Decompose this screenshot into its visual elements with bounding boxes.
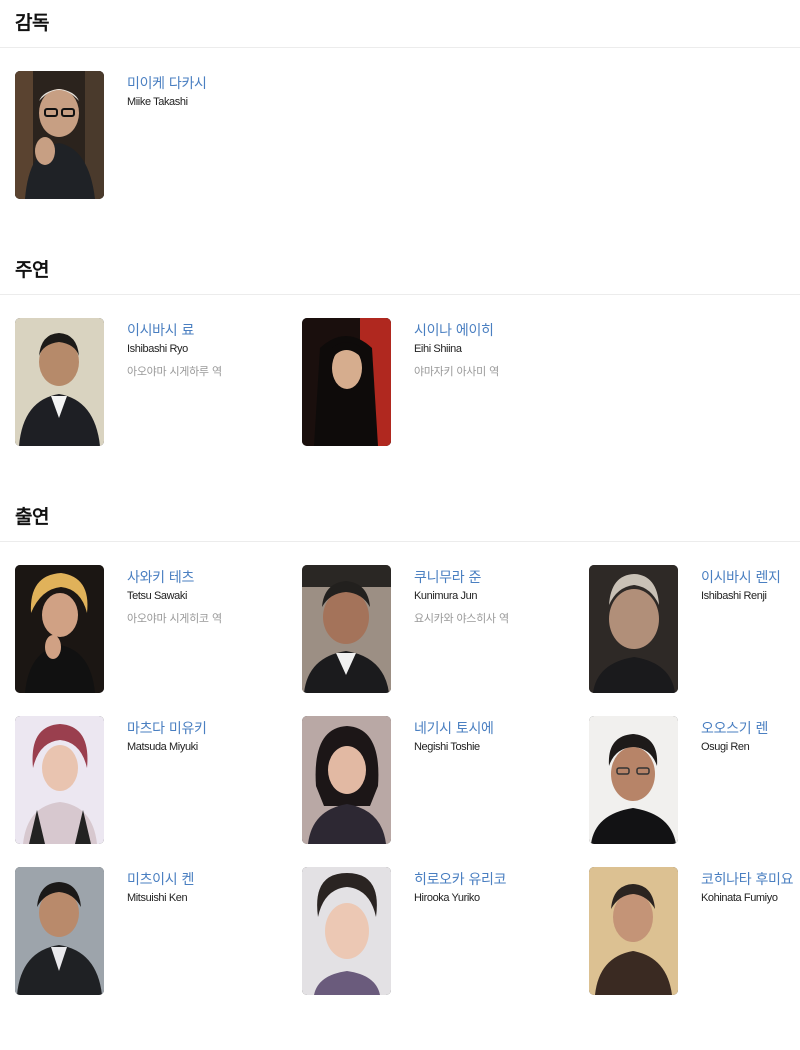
person-photo[interactable] xyxy=(302,318,391,446)
person-card[interactable]: 이시바시 렌지 Ishibashi Renji xyxy=(589,565,800,693)
section-supporting-cast: 출연 사와키 테츠 Tetsu Sawaki 아오야마 시게히코 역 쿠니무라 … xyxy=(0,494,800,1050)
person-name-ko[interactable]: 마츠다 미유키 xyxy=(127,718,207,738)
person-card[interactable]: 시이나 에이히 Eihi Shiina 야마자키 아사미 역 xyxy=(302,318,589,446)
section-title: 출연 xyxy=(15,506,49,528)
section-title: 주연 xyxy=(15,259,49,281)
person-photo[interactable] xyxy=(589,716,678,844)
person-card[interactable]: 오오스기 렌 Osugi Ren xyxy=(589,716,800,844)
person-photo[interactable] xyxy=(589,565,678,693)
person-name-ko[interactable]: 미이케 다카시 xyxy=(127,73,207,93)
person-card[interactable]: 이시바시 료 Ishibashi Ryo 아오야마 시게하루 역 xyxy=(15,318,302,446)
person-name-ko[interactable]: 시이나 에이히 xyxy=(414,320,494,340)
person-name-en: Kohinata Fumiyo xyxy=(701,892,778,904)
person-card[interactable]: 히로오카 유리코 Hirooka Yuriko xyxy=(302,867,589,995)
person-name-en: Tetsu Sawaki xyxy=(127,590,188,602)
person-name-en: Eihi Shiina xyxy=(414,343,462,355)
person-name-en: Ishibashi Renji xyxy=(701,590,767,602)
person-card[interactable]: 쿠니무라 준 Kunimura Jun 요시카와 야스히사 역 xyxy=(302,565,589,693)
person-card[interactable]: 코히나타 후미요 Kohinata Fumiyo xyxy=(589,867,800,995)
person-name-en: Kunimura Jun xyxy=(414,590,478,602)
person-role: 아오야마 시게히코 역 xyxy=(127,612,222,625)
person-name-ko[interactable]: 쿠니무라 준 xyxy=(414,567,481,587)
person-role: 요시카와 야스히사 역 xyxy=(414,612,509,625)
section-title: 감독 xyxy=(15,12,49,34)
person-card[interactable]: 미이케 다카시 Miike Takashi xyxy=(15,71,302,199)
person-card[interactable]: 마츠다 미유키 Matsuda Miyuki xyxy=(15,716,302,844)
person-photo[interactable] xyxy=(302,867,391,995)
section-lead-cast: 주연 이시바시 료 Ishibashi Ryo 아오야마 시게하루 역 시이나 … xyxy=(0,247,800,494)
person-role: 야마자키 아사미 역 xyxy=(414,365,499,378)
person-photo[interactable] xyxy=(302,716,391,844)
person-photo[interactable] xyxy=(302,565,391,693)
person-name-ko[interactable]: 오오스기 렌 xyxy=(701,718,768,738)
person-name-en: Osugi Ren xyxy=(701,741,750,753)
person-photo[interactable] xyxy=(15,716,104,844)
person-role: 아오야마 시게하루 역 xyxy=(127,365,222,378)
person-name-ko[interactable]: 이시바시 료 xyxy=(127,320,194,340)
section-director: 감독 미이케 다카시 Miike Takashi xyxy=(0,0,800,247)
person-name-ko[interactable]: 네기시 토시에 xyxy=(414,718,494,738)
person-name-en: Hirooka Yuriko xyxy=(414,892,480,904)
person-card[interactable]: 미츠이시 켄 Mitsuishi Ken xyxy=(15,867,302,995)
person-name-en: Negishi Toshie xyxy=(414,741,480,753)
person-name-en: Matsuda Miyuki xyxy=(127,741,198,753)
person-name-ko[interactable]: 미츠이시 켄 xyxy=(127,869,194,889)
person-photo[interactable] xyxy=(15,318,104,446)
person-name-ko[interactable]: 이시바시 렌지 xyxy=(701,567,781,587)
person-photo[interactable] xyxy=(589,867,678,995)
person-name-en: Miike Takashi xyxy=(127,96,188,108)
person-name-en: Mitsuishi Ken xyxy=(127,892,188,904)
person-photo[interactable] xyxy=(15,867,104,995)
person-name-ko[interactable]: 사와키 테츠 xyxy=(127,567,194,587)
person-card[interactable]: 사와키 테츠 Tetsu Sawaki 아오야마 시게히코 역 xyxy=(15,565,302,693)
person-card[interactable]: 네기시 토시에 Negishi Toshie xyxy=(302,716,589,844)
person-name-en: Ishibashi Ryo xyxy=(127,343,188,355)
person-photo[interactable] xyxy=(15,565,104,693)
person-photo[interactable] xyxy=(15,71,104,199)
person-name-ko[interactable]: 히로오카 유리코 xyxy=(414,869,507,889)
person-name-ko[interactable]: 코히나타 후미요 xyxy=(701,869,794,889)
